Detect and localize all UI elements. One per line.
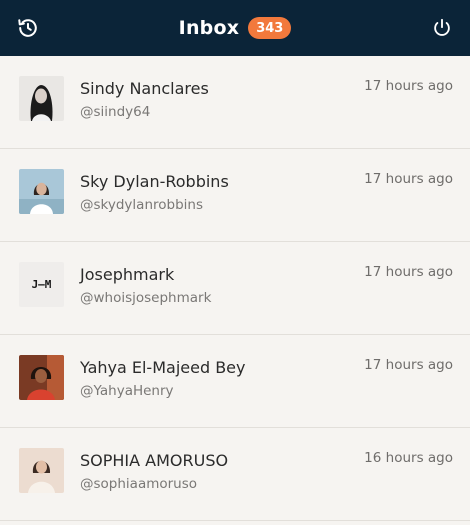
list-item[interactable]: SOPHIA AMORUSO @sophiaamoruso 16 hours a… <box>0 428 470 521</box>
sender-handle: @sophiaamoruso <box>80 476 198 492</box>
sender-handle: @skydylanrobbins <box>80 197 203 213</box>
sender-handle: @siindy64 <box>80 104 151 120</box>
history-icon <box>18 19 37 37</box>
sender-handle: @whoisjosephmark <box>80 290 212 306</box>
timestamp: 16 hours ago <box>364 450 453 466</box>
sender-name: Sindy Nanclares <box>80 79 209 98</box>
history-button[interactable] <box>0 0 56 56</box>
avatar <box>19 448 64 493</box>
unread-count-badge: 343 <box>248 17 292 39</box>
sender-name: Sky Dylan-Robbins <box>80 172 229 191</box>
list-item[interactable]: Sky Dylan-Robbins @skydylanrobbins 17 ho… <box>0 149 470 242</box>
sender-name: Josephmark <box>80 265 175 284</box>
sender-name: Yahya El-Majeed Bey <box>80 358 246 377</box>
list-item[interactable]: J—M Josephmark @whoisjosephmark 17 hours… <box>0 242 470 335</box>
timestamp: 17 hours ago <box>364 357 453 373</box>
avatar <box>19 169 64 214</box>
inbox-title-group: Inbox 343 <box>179 17 292 39</box>
list-item[interactable]: Sindy Nanclares @siindy64 17 hours ago <box>0 56 470 149</box>
message-list: Sindy Nanclares @siindy64 17 hours ago S… <box>0 56 470 521</box>
sender-handle: @YahyaHenry <box>80 383 174 399</box>
timestamp: 17 hours ago <box>364 78 453 94</box>
logout-button[interactable] <box>414 0 470 56</box>
list-item[interactable]: Yahya El-Majeed Bey @YahyaHenry 17 hours… <box>0 335 470 428</box>
timestamp: 17 hours ago <box>364 264 453 280</box>
app-header: Inbox 343 <box>0 0 470 56</box>
avatar <box>19 76 64 121</box>
timestamp: 17 hours ago <box>364 171 453 187</box>
sender-name: SOPHIA AMORUSO <box>80 451 229 470</box>
avatar: J—M <box>19 262 64 307</box>
avatar <box>19 355 64 400</box>
power-icon <box>434 18 450 36</box>
page-title: Inbox <box>178 17 240 39</box>
